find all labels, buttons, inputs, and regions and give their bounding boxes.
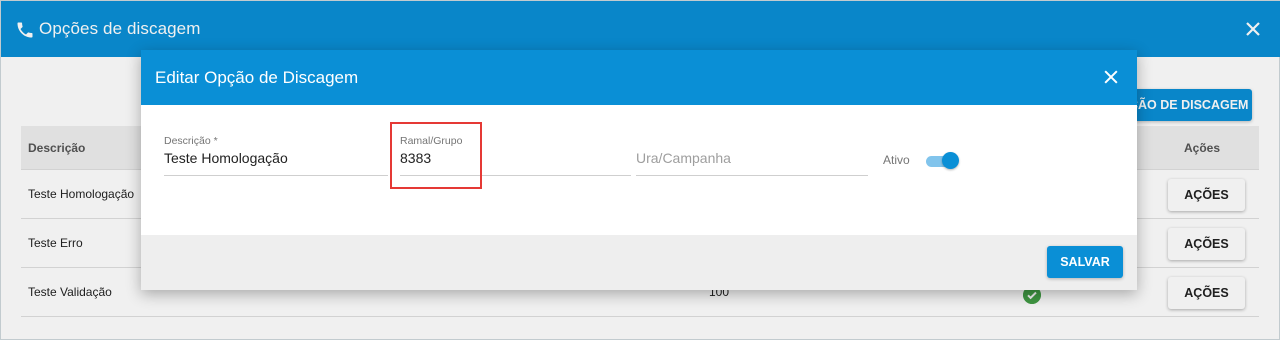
edit-dialing-option-dialog: Editar Opção de Discagem Descrição * Tes… <box>141 50 1137 290</box>
edit-dialog-footer: SALVAR <box>141 235 1137 290</box>
ura-campanha-underline <box>636 175 868 176</box>
edit-dialog-header: Editar Opção de Discagem <box>141 50 1137 105</box>
descricao-label: Descrição * <box>164 135 218 147</box>
save-button[interactable]: SALVAR <box>1047 246 1123 278</box>
descricao-input[interactable]: Teste Homologação <box>164 150 288 166</box>
ramal-grupo-highlight <box>390 122 482 189</box>
descricao-field[interactable]: Descrição * Teste Homologação <box>164 135 388 176</box>
toggle-knob <box>942 152 959 169</box>
ura-campanha-field[interactable]: Ura/Campanha <box>636 135 868 176</box>
ativo-toggle[interactable] <box>926 152 959 170</box>
ura-campanha-input[interactable]: Ura/Campanha <box>636 150 731 166</box>
ativo-label: Ativo <box>883 153 910 167</box>
descricao-underline <box>164 175 388 176</box>
edit-dialog-title: Editar Opção de Discagem <box>155 68 359 87</box>
close-icon[interactable] <box>1101 67 1121 87</box>
